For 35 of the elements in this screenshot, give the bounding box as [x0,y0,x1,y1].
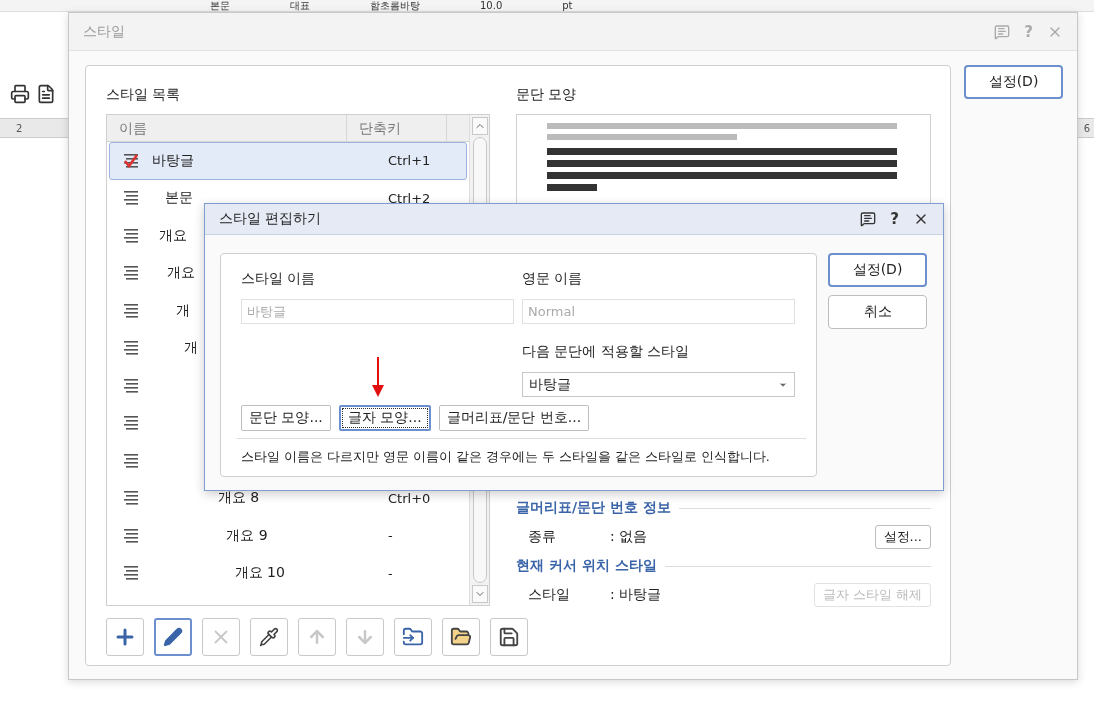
field-label: 스타일 [528,586,571,604]
style-name: 개요 10 [234,564,285,583]
toolbar-text: pt [562,0,573,11]
window-title: 스타일 [83,22,125,41]
shortcut-text: Ctrl+0 [388,490,431,506]
toolbar-text: 대표 [290,0,310,11]
field-label: 영문 이름 [522,270,584,288]
section-label: 문단 모양 [516,86,578,104]
field-label: 종류 [528,528,557,546]
toolbar-text: 함초롬바탕 [370,0,420,11]
shortcut-text: Ctrl+2 [388,190,431,206]
shortcut-text: Ctrl+1 [388,153,431,169]
shortcut-text: - [388,565,393,581]
style-name: 개요 9 [226,526,268,545]
dialog-title: 스타일 편집하기 [219,210,322,228]
style-name: 개요 [167,264,196,283]
style-name: 개요 8 [217,489,260,508]
field-label: 스타일 이름 [241,270,317,288]
section-title: 현재 커서 위치 스타일 [516,557,657,575]
style-name: 개 [184,339,199,358]
ruler-number: 6 [1083,122,1090,134]
style-name: 본문 [165,189,193,208]
style-name: 개요 [159,226,187,245]
toolbar-text: 본문 [210,0,230,11]
field-value: : 바탕글 [610,586,663,604]
toolbar-text: 10.0 [480,0,503,11]
style-name: 개 [175,301,190,320]
style-name: 바탕글 [152,151,194,170]
field-value: : 없음 [610,528,649,546]
field-label: 다음 문단에 적용할 스타일 [522,343,691,361]
shortcut-text: - [388,528,393,544]
info-text: 스타일 이름은 다르지만 영문 이름이 같은 경우에는 두 스타일을 같은 스타일로 인식합니다. [241,448,770,466]
section-label: 스타일 목록 [106,86,182,104]
section-title: 글머리표/문단 번호 정보 [516,499,671,517]
ruler-number: 2 [16,122,23,134]
